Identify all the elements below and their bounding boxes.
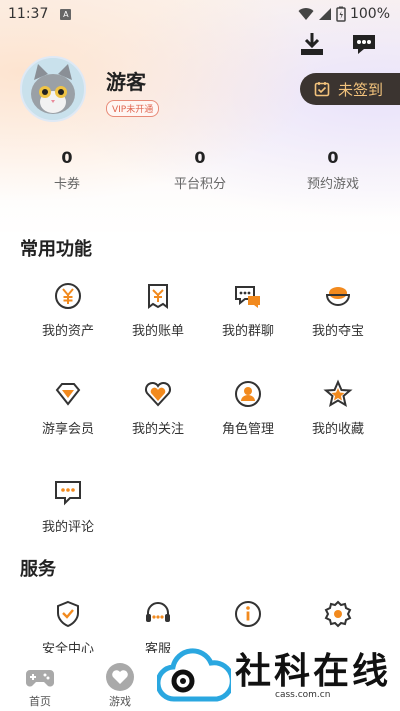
grid-item-vip[interactable]: 游享会员 — [23, 379, 113, 437]
grid-item-info[interactable] — [203, 599, 293, 638]
stat-value: 0 — [61, 148, 73, 167]
grid-item-label: 我的关注 — [131, 422, 184, 437]
grid-item-label: 我的账单 — [131, 324, 184, 339]
grid-item-label: 我的夺宝 — [311, 324, 364, 339]
grid-item-favorites[interactable]: 我的收藏 — [293, 379, 383, 437]
grid-item-comments[interactable]: 我的评论 — [23, 477, 113, 535]
cat-avatar-image — [22, 58, 84, 120]
calendar-check-icon — [314, 82, 330, 97]
stat-value: 0 — [327, 148, 339, 167]
gamepad-icon — [26, 670, 54, 687]
grid-item-label: 我的收藏 — [311, 422, 364, 437]
stat-label: 预约游戏 — [306, 177, 359, 192]
user-circle-icon — [235, 381, 261, 407]
download-icon[interactable] — [298, 30, 326, 58]
nav-item-home[interactable]: 首页 — [10, 661, 70, 709]
stat-points[interactable]: 0 平台积分 — [155, 148, 245, 192]
headset-icon — [146, 602, 170, 622]
grid-item-follows[interactable]: 我的关注 — [113, 379, 203, 437]
status-bar: 11:37 A 100% — [0, 0, 400, 28]
battery-icon — [336, 6, 346, 22]
heart-icon — [144, 381, 172, 407]
stat-value: 0 — [194, 148, 206, 167]
grid-item-label: 我的群聊 — [221, 324, 274, 339]
grid-item-label: 我的评论 — [41, 520, 94, 535]
grid-item-group-chat[interactable]: 我的群聊 — [203, 281, 293, 339]
signin-button[interactable]: 未签到 — [300, 73, 400, 105]
grid-item-label: 游享会员 — [41, 422, 94, 437]
watermark: 社科在线 cass.com.cn — [155, 640, 400, 711]
stat-reservations[interactable]: 0 预约游戏 — [288, 148, 378, 192]
watermark-sub: cass.com.cn — [275, 690, 331, 700]
top-actions — [298, 30, 378, 58]
status-right-group: 100% — [298, 6, 390, 22]
yen-coin-icon — [55, 283, 81, 309]
message-icon[interactable] — [350, 30, 378, 58]
stat-label: 平台积分 — [173, 177, 226, 192]
heart-bubble-icon — [106, 663, 134, 691]
nav-item-label: 游戏 — [109, 695, 131, 708]
services-title: 服务 — [20, 559, 56, 580]
stats-row: 0 卡券 0 平台积分 0 预约游戏 — [0, 148, 400, 194]
grid-item-label: 我的资产 — [41, 324, 94, 339]
diamond-icon — [55, 383, 81, 406]
avatar[interactable] — [20, 56, 86, 122]
settings-icon — [324, 600, 352, 628]
stat-coupons[interactable]: 0 卡券 — [22, 148, 112, 192]
wifi-icon — [298, 8, 314, 20]
treasure-bowl-icon — [325, 287, 351, 306]
comment-icon — [55, 481, 81, 506]
username: 游客 — [106, 70, 146, 94]
star-icon — [323, 379, 353, 408]
grid-item-assets[interactable]: 我的资产 — [23, 281, 113, 339]
battery-percent: 100% — [349, 6, 390, 22]
grid-item-treasure[interactable]: 我的夺宝 — [293, 281, 383, 339]
vip-status-badge[interactable]: VIP未开通 — [106, 100, 160, 117]
grid-item-roles[interactable]: 角色管理 — [203, 379, 293, 437]
watermark-text: 社科在线 — [235, 651, 392, 692]
notification-icon: A — [60, 8, 72, 20]
grid-item-bills[interactable]: 我的账单 — [113, 281, 203, 339]
status-time: 11:37 — [8, 6, 49, 22]
signal-icon — [318, 8, 331, 20]
cloud-logo-icon — [157, 648, 231, 702]
info-icon — [235, 601, 261, 627]
group-chat-icon — [235, 286, 260, 308]
shield-icon — [57, 600, 79, 628]
grid-item-label: 角色管理 — [221, 422, 274, 437]
signin-label: 未签到 — [338, 80, 384, 99]
grid-item-security[interactable]: 安全中心 — [23, 599, 113, 657]
common-functions-title: 常用功能 — [20, 239, 92, 260]
stat-label: 卡券 — [53, 177, 80, 192]
bill-icon — [148, 284, 168, 309]
grid-item-settings[interactable] — [293, 599, 383, 638]
nav-item-label: 首页 — [29, 695, 51, 708]
nav-item-games[interactable]: 游戏 — [90, 661, 150, 709]
